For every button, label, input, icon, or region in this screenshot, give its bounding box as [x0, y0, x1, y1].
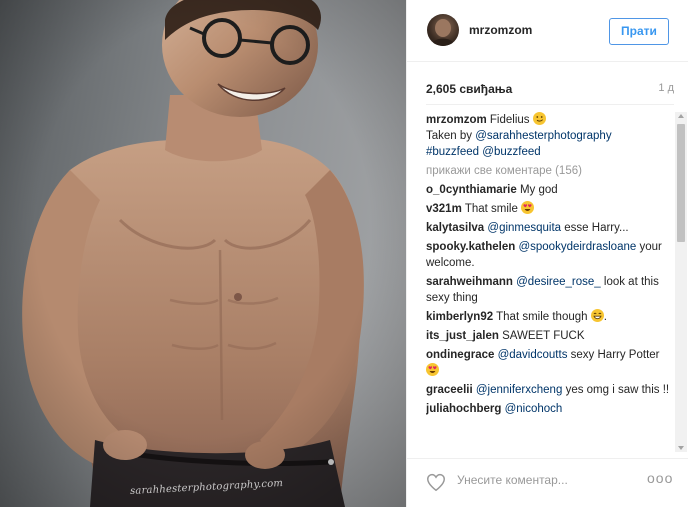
- scroll-down-arrow-icon[interactable]: [678, 446, 684, 450]
- instagram-post-modal: sarahhesterphotography.com mrzomzom Прат…: [0, 0, 688, 507]
- comment-mention-link[interactable]: @spookydeirdrasloane: [518, 241, 636, 253]
- caption-text: Fidelius: [489, 114, 530, 126]
- more-options-icon[interactable]: ооо: [647, 471, 673, 487]
- comment-text: esse Harry...: [564, 222, 629, 234]
- avatar-photo-icon: [431, 19, 455, 46]
- heart-eyes-emoji-icon: [521, 201, 535, 214]
- caption-mention-link[interactable]: @sarahhesterphotography: [475, 130, 611, 142]
- post-time[interactable]: 1 д: [658, 82, 674, 94]
- comment-username[interactable]: juliahochberg: [426, 403, 501, 415]
- comment-item: sarahweihmann @desiree_rose_ look at thi…: [426, 274, 671, 306]
- comment-username[interactable]: kimberlyn92: [426, 311, 493, 323]
- follow-button[interactable]: Прати: [609, 18, 669, 45]
- caption-taken-by: Taken by: [426, 130, 473, 142]
- post-photo[interactable]: sarahhesterphotography.com: [0, 0, 406, 507]
- comment-item: v321m That smile: [426, 201, 671, 217]
- comment-mention-link[interactable]: @jenniferxcheng: [476, 384, 562, 396]
- comment-input[interactable]: [457, 469, 637, 491]
- comment-username[interactable]: spooky.kathelen: [426, 241, 515, 253]
- comment-item: its_just_jalen SAWEET FUCK: [426, 328, 671, 344]
- comment-item: kimberlyn92 That smile though .: [426, 309, 671, 325]
- comment-text: That smile: [464, 203, 518, 215]
- comment-text: My god: [519, 184, 558, 196]
- comment-username[interactable]: graceelii: [426, 384, 473, 396]
- comment-text: sexy Harry Potter: [570, 349, 660, 361]
- post-footer: ооо: [407, 458, 688, 507]
- comment-item: o_0cynthiamarie My god: [426, 182, 671, 198]
- comment-mention-link[interactable]: @ginmesquita: [487, 222, 561, 234]
- heart-outline-icon[interactable]: [425, 471, 447, 493]
- comment-username[interactable]: o_0cynthiamarie: [426, 184, 517, 196]
- comments-scrollbar[interactable]: [675, 112, 687, 452]
- grin-emoji-icon: [590, 309, 604, 322]
- post-header: mrzomzom Прати: [407, 0, 688, 62]
- scroll-thumb[interactable]: [677, 124, 685, 242]
- comment-mention-link[interactable]: @davidcoutts: [498, 349, 568, 361]
- post-stats: 2,605 свиђања 1 д: [426, 82, 674, 96]
- avatar[interactable]: [427, 14, 459, 46]
- likes-count[interactable]: 2,605 свиђања: [426, 82, 512, 96]
- comment-username[interactable]: v321m: [426, 203, 462, 215]
- comment-username[interactable]: sarahweihmann: [426, 276, 513, 288]
- smirk-emoji-icon: [532, 112, 546, 125]
- comment-text: yes omg i saw this !!: [565, 384, 670, 396]
- stats-divider: [426, 104, 674, 105]
- comment-item: ondinegrace @davidcoutts sexy Harry Pott…: [426, 347, 671, 379]
- heart-eyes-emoji-icon: [426, 363, 439, 376]
- comment-username[interactable]: its_just_jalen: [426, 330, 499, 342]
- caption: mrzomzom Fidelius Taken by @sarahhesterp…: [426, 112, 671, 160]
- scroll-up-arrow-icon[interactable]: [678, 114, 684, 118]
- comment-item: spooky.kathelen @spookydeirdrasloane you…: [426, 239, 671, 271]
- header-username[interactable]: mrzomzom: [469, 23, 532, 37]
- caption-mention2-link[interactable]: @buzzfeed: [482, 146, 540, 158]
- comments-list[interactable]: mrzomzom Fidelius Taken by @sarahhesterp…: [426, 112, 671, 452]
- caption-username[interactable]: mrzomzom: [426, 114, 487, 126]
- comment-mention-link[interactable]: @nicohoch: [505, 403, 563, 415]
- post-side-panel: mrzomzom Прати 2,605 свиђања 1 д mrzomzo…: [406, 0, 688, 507]
- photo-image: [0, 0, 406, 507]
- load-more-comments[interactable]: прикажи све коментаре (156): [426, 163, 671, 179]
- comment-item: graceelii @jenniferxcheng yes omg i saw …: [426, 382, 671, 398]
- comment-item: kalytasilva @ginmesquita esse Harry...: [426, 220, 671, 236]
- comment-username[interactable]: ondinegrace: [426, 349, 494, 361]
- comment-text: That smile though: [496, 311, 588, 323]
- comment-text: SAWEET FUCK: [502, 330, 585, 342]
- caption-hashtag-link[interactable]: #buzzfeed: [426, 146, 479, 158]
- comment-suffix: .: [603, 311, 607, 323]
- comment-mention-link[interactable]: @desiree_rose_: [516, 276, 601, 288]
- comment-username[interactable]: kalytasilva: [426, 222, 484, 234]
- comment-item: juliahochberg @nicohoch: [426, 401, 671, 417]
